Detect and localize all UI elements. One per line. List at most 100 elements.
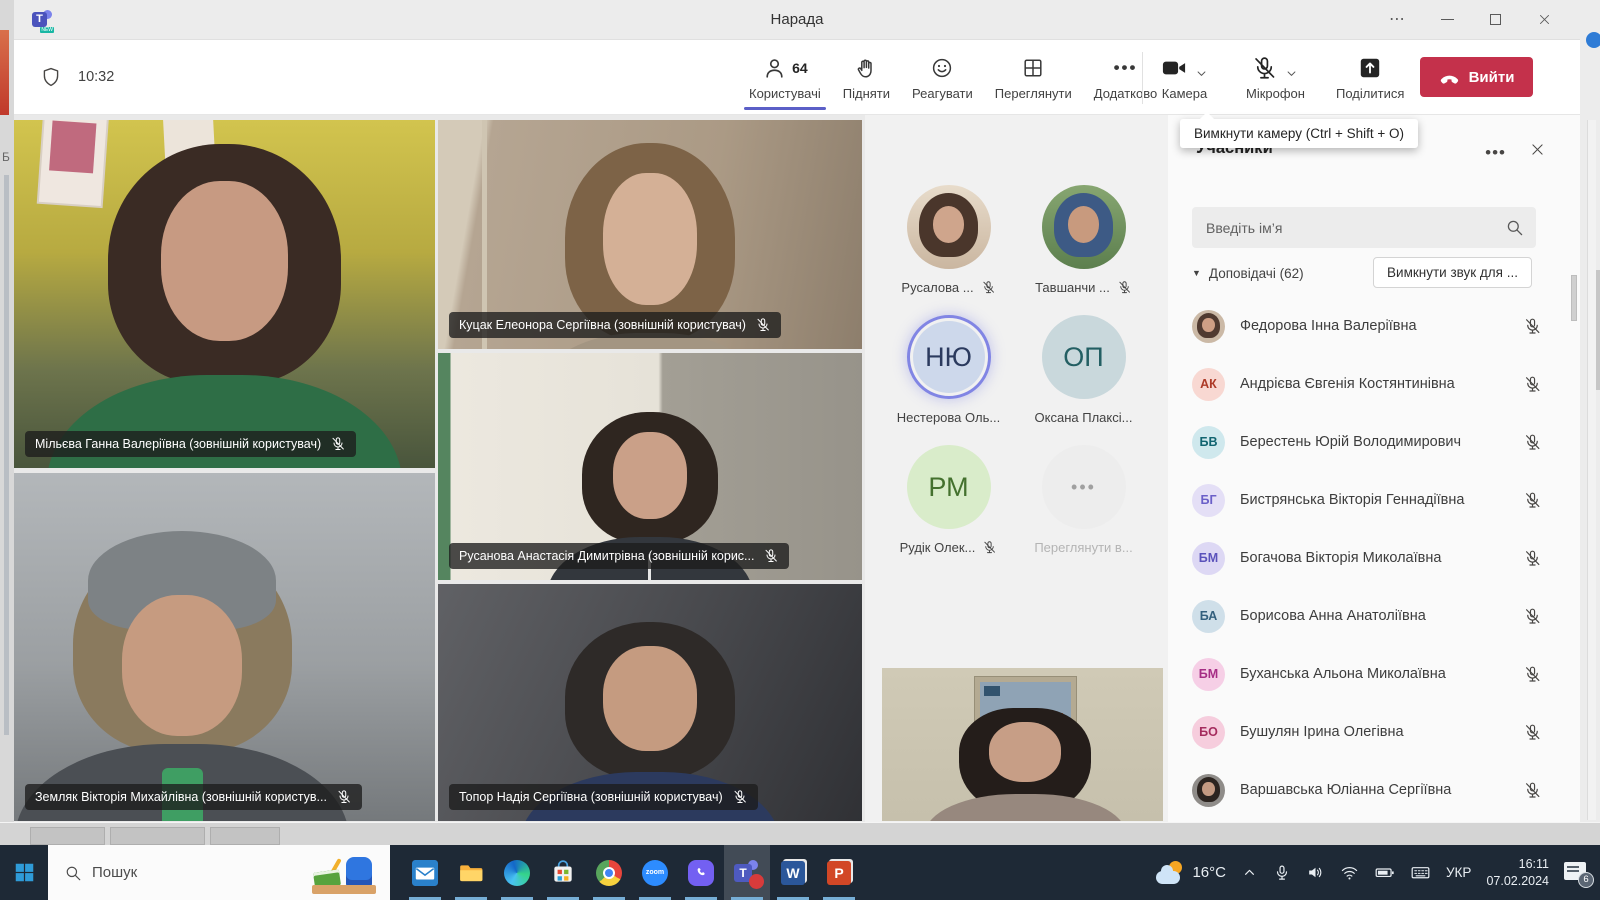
taskbar-mail-icon[interactable] [402, 845, 448, 900]
taskbar-zoom-icon[interactable]: zoom [632, 845, 678, 900]
camera-button[interactable]: Камера [1160, 40, 1209, 114]
participant-row[interactable]: АК Андрієва Євгенія Костянтинівна [1192, 355, 1542, 413]
weather-icon [1156, 860, 1184, 885]
taskbar-teams-icon[interactable]: T [724, 845, 770, 900]
notification-count-badge: 6 [1578, 871, 1594, 888]
search-highlight-illustration[interactable] [308, 850, 380, 896]
hangup-phone-icon [1439, 67, 1460, 88]
leave-button[interactable]: Вийти [1420, 57, 1533, 97]
view-more-participants-tile[interactable]: ••• Переглянути в... [1016, 445, 1151, 555]
share-button[interactable]: Поділитися [1336, 40, 1404, 114]
tab-raise-hand[interactable]: Підняти [832, 40, 901, 114]
participant-row[interactable]: БА Борисова Анна Анатоліївна [1192, 587, 1542, 645]
person-silhouette [924, 707, 1127, 821]
action-center-button[interactable]: 6 [1564, 861, 1594, 888]
mic-off-icon [1523, 607, 1542, 626]
close-button[interactable] [1537, 12, 1552, 27]
tab-react[interactable]: Реагувати [901, 40, 984, 114]
collapse-triangle-icon[interactable]: ▼ [1192, 268, 1201, 278]
background-window-fragment [0, 30, 9, 115]
panel-close-button[interactable] [1529, 141, 1546, 158]
tab-view[interactable]: Переглянути [984, 40, 1083, 114]
teams-app-icon: T NEW [32, 9, 54, 33]
tray-keyboard-icon[interactable] [1410, 862, 1431, 883]
participant-avatar-tile[interactable]: РМ Рудік Олек... [881, 445, 1016, 555]
windows-taskbar: Пошук zoom T W P 16°C УКР 16:11 07.02.20… [0, 845, 1600, 900]
video-name-label: Топор Надія Сергіївна (зовнішній користу… [449, 784, 758, 810]
taskbar-search[interactable]: Пошук [48, 845, 390, 900]
video-tile[interactable]: Мільєва Ганна Валеріївна (зовнішній кори… [14, 120, 435, 468]
taskbar-powerpoint-icon[interactable]: P [816, 845, 862, 900]
smiley-icon [930, 56, 954, 80]
tab-participants[interactable]: 64 Користувачі [738, 40, 832, 114]
video-tile[interactable]: Земляк Вікторія Михайлівна (зовнішній ко… [14, 473, 435, 821]
taskbar-weather[interactable]: 16°C [1156, 860, 1226, 885]
start-button[interactable] [0, 845, 48, 900]
mic-off-icon [330, 436, 346, 452]
participant-avatar-tile[interactable]: Русалова ... [881, 185, 1016, 295]
participant-name: Андрієва Євгенія Костянтинівна [1240, 376, 1455, 392]
participant-avatar-tile[interactable]: НЮ Нестерова Оль... [881, 315, 1016, 425]
taskbar-store-icon[interactable] [540, 845, 586, 900]
participants-panel: Учасники ••• ▼ Доповідачі (62) Вимкнути … [1168, 115, 1580, 822]
tray-battery-icon[interactable] [1374, 862, 1395, 883]
tray-wifi-icon[interactable] [1340, 863, 1359, 882]
tray-speaker-icon[interactable] [1306, 863, 1325, 882]
participant-name: Бистрянська Вікторія Геннадіївна [1240, 492, 1465, 508]
video-tile[interactable] [882, 668, 1163, 821]
video-tile[interactable]: Куцак Елеонора Сергіївна (зовнішній кори… [438, 120, 862, 349]
participant-avatar: АК [1192, 367, 1225, 401]
minimize-button[interactable] [1441, 18, 1454, 21]
avatar-initials: НЮ [912, 321, 985, 393]
participant-name: Богачова Вікторія Миколаївна [1240, 550, 1442, 566]
search-placeholder: Пошук [92, 864, 138, 881]
participant-row[interactable]: БГ Бистрянська Вікторія Геннадіївна [1192, 471, 1542, 529]
participant-avatar-tile[interactable]: ОП Оксана Плаксі... [1016, 315, 1151, 425]
mute-all-button[interactable]: Вимкнути звук для ... [1373, 257, 1532, 288]
tab-more[interactable]: ••• Додатково [1083, 40, 1168, 114]
participant-avatar-tile[interactable]: Тавшанчи ... [1016, 185, 1151, 295]
taskbar-clock[interactable]: 16:11 07.02.2024 [1486, 856, 1549, 889]
language-indicator[interactable]: УКР [1446, 865, 1471, 880]
background-window-left-sliver: Б [0, 0, 14, 845]
window-more-button[interactable]: ⋯ [1389, 11, 1405, 28]
taskbar-edge-icon[interactable] [494, 845, 540, 900]
participant-row[interactable]: Варшавська Юліанна Сергіївна [1192, 761, 1542, 819]
taskbar-word-icon[interactable]: W [770, 845, 816, 900]
chevron-down-icon[interactable] [1194, 66, 1209, 81]
zoom-icon: zoom [642, 859, 668, 886]
meeting-toolbar: 10:32 64 Користувачі Підняти Реагувати П… [14, 40, 1580, 115]
participant-row[interactable]: Федорова Інна Валеріївна [1192, 297, 1542, 355]
store-icon [554, 859, 572, 882]
panel-more-button[interactable]: ••• [1485, 143, 1506, 163]
participant-row[interactable]: БО Бушулян Ірина Олегівна [1192, 703, 1542, 761]
participant-row[interactable]: БМ Буханська Альона Миколаївна [1192, 645, 1542, 703]
tray-chevron-up-icon[interactable] [1241, 864, 1258, 881]
participant-avatar: БМ [1192, 541, 1225, 575]
participant-search[interactable] [1192, 207, 1536, 248]
panel-scrollbar[interactable] [1570, 215, 1578, 805]
mic-off-icon [1117, 280, 1132, 295]
mic-off-icon [1251, 55, 1278, 82]
maximize-button[interactable] [1490, 14, 1501, 25]
chevron-down-icon[interactable] [1284, 66, 1299, 81]
participant-avatar [1192, 309, 1225, 343]
mic-off-icon [1523, 491, 1542, 510]
search-input[interactable] [1192, 219, 1505, 236]
video-tile[interactable]: Русанова Анастасія Димитрівна (зовнішній… [438, 353, 862, 580]
participant-count: 64 [792, 60, 808, 76]
participant-row[interactable]: БМ Богачова Вікторія Миколаївна [1192, 529, 1542, 587]
video-tile[interactable]: Топор Надія Сергіївна (зовнішній користу… [438, 584, 862, 821]
mic-off-icon [982, 540, 997, 555]
participant-row[interactable]: БВ Берестень Юрій Володимирович [1192, 413, 1542, 471]
tray-mic-icon[interactable] [1273, 864, 1291, 882]
mic-off-icon [1523, 665, 1542, 684]
avatar-initials: ОП [1041, 315, 1126, 399]
search-icon [64, 864, 82, 882]
notification-dot [749, 873, 764, 889]
taskbar-explorer-icon[interactable] [448, 845, 494, 900]
microphone-button[interactable]: Мікрофон [1246, 40, 1305, 114]
taskbar-chrome-icon[interactable] [586, 845, 632, 900]
taskbar-viber-icon[interactable] [678, 845, 724, 900]
temperature: 16°C [1192, 864, 1226, 881]
